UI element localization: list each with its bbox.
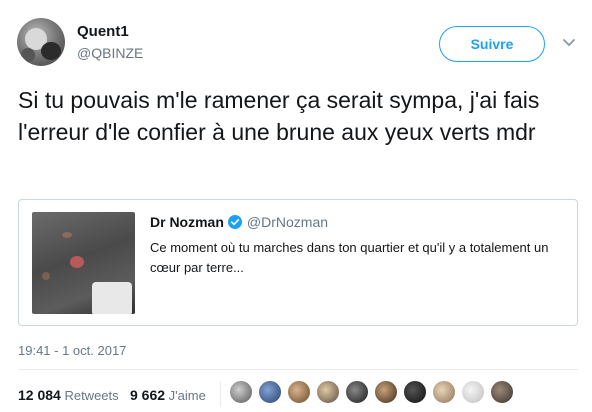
- liker-avatar[interactable]: [316, 380, 340, 404]
- chevron-down-icon[interactable]: [562, 36, 576, 50]
- retweets-stat[interactable]: 12 084 Retweets: [18, 387, 119, 403]
- tweet-timestamp[interactable]: 19:41 - 1 oct. 2017: [18, 343, 126, 358]
- liker-avatar[interactable]: [432, 380, 456, 404]
- liker-avatar[interactable]: [461, 380, 485, 404]
- retweets-label: Retweets: [64, 388, 119, 403]
- liker-avatar[interactable]: [258, 380, 282, 404]
- liker-avatar[interactable]: [229, 380, 253, 404]
- quoted-author-name: Dr Nozman: [150, 214, 224, 230]
- quoted-author: Dr Nozman @DrNozman: [150, 214, 328, 230]
- quoted-tweet-card[interactable]: Dr Nozman @DrNozman Ce moment où tu marc…: [18, 199, 578, 326]
- author-avatar[interactable]: [17, 18, 65, 66]
- likers-row: [229, 380, 519, 404]
- liker-avatar[interactable]: [345, 380, 369, 404]
- retweets-count: 12 084: [18, 387, 61, 403]
- divider: [18, 369, 578, 370]
- liker-avatar[interactable]: [403, 380, 427, 404]
- likes-label: J'aime: [168, 388, 206, 403]
- quoted-tweet-image[interactable]: [32, 212, 135, 314]
- tweet-text: Si tu pouvais m'le ramener ça serait sym…: [18, 87, 540, 145]
- liker-avatar[interactable]: [374, 380, 398, 404]
- stats-separator: [220, 381, 221, 407]
- liker-avatar[interactable]: [490, 380, 514, 404]
- likes-stat[interactable]: 9 662 J'aime: [130, 387, 206, 403]
- quoted-author-handle: @DrNozman: [246, 214, 329, 230]
- verified-badge-icon: [227, 215, 242, 229]
- follow-button[interactable]: Suivre: [439, 26, 545, 62]
- likes-count: 9 662: [130, 387, 166, 403]
- quoted-tweet-text: Ce moment où tu marches dans ton quartie…: [150, 240, 549, 275]
- liker-avatar[interactable]: [287, 380, 311, 404]
- author-handle[interactable]: @QBINZE: [77, 45, 143, 61]
- author-display-name[interactable]: Quent1: [77, 23, 129, 40]
